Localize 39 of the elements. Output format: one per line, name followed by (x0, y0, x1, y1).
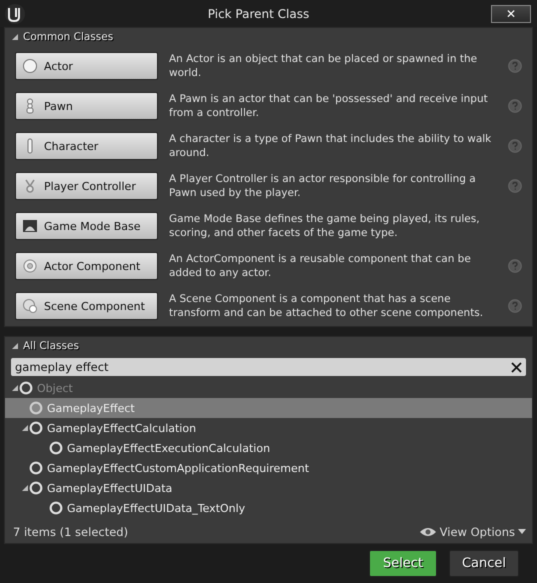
class-node-icon (29, 481, 43, 495)
search-field[interactable]: gameplay effect (11, 358, 526, 376)
spheres-icon (22, 298, 38, 314)
class-description: A Scene Component is a component that has a scene transform and can be attached to other scene components. (168, 292, 484, 320)
class-button[interactable]: Game Mode Base (15, 212, 158, 240)
class-button[interactable]: Actor Component (15, 252, 158, 280)
close-button[interactable]: ✕ (491, 4, 531, 22)
class-node-icon (29, 401, 43, 415)
class-node-icon (49, 441, 63, 455)
class-node-icon (29, 461, 43, 475)
monitor-icon (22, 218, 38, 234)
caret-icon (518, 529, 526, 535)
collapse-arrow-icon[interactable] (11, 33, 19, 41)
section-title: All Classes (23, 340, 79, 352)
status-text: 7 items (1 selected) (13, 525, 128, 539)
class-description: An Actor is an object that can be placed or spawned in the world. (168, 52, 478, 80)
class-button[interactable]: Actor (15, 52, 158, 80)
class-button[interactable]: Scene Component (15, 292, 158, 320)
class-node-icon (29, 421, 43, 435)
class-description: A character is a type of Pawn that includes the ability to walk around. (168, 132, 492, 160)
class-description: An ActorComponent is a reusable component that can be added to any actor. (168, 252, 472, 280)
view-options-button[interactable]: View Options (418, 525, 526, 539)
class-description: A Pawn is an actor that can be 'possessed' and receive input from a controller. (168, 92, 489, 120)
class-button[interactable]: Pawn (15, 92, 158, 120)
class-button[interactable]: Character (15, 132, 158, 160)
section-title: Common Classes (23, 31, 114, 43)
class-node-icon (49, 501, 63, 515)
sphere-icon (22, 58, 38, 74)
clear-icon[interactable] (511, 362, 522, 372)
class-node-icon (19, 381, 33, 395)
class-button[interactable]: Player Controller (15, 172, 158, 200)
eye-icon (418, 527, 437, 537)
collapse-arrow-icon[interactable] (11, 342, 19, 350)
class-description: A Player Controller is an actor responsible for controlling a Pawn used by the player. (168, 172, 477, 200)
class-description: Game Mode Base defines the game being played, its rules, scoring, and other facets of the game type. (168, 212, 481, 240)
window-title: Pick Parent Class (206, 6, 310, 20)
logo-icon (4, 2, 26, 24)
search-input[interactable]: gameplay effect (15, 360, 511, 374)
cancel-button[interactable]: Cancel (449, 550, 519, 577)
